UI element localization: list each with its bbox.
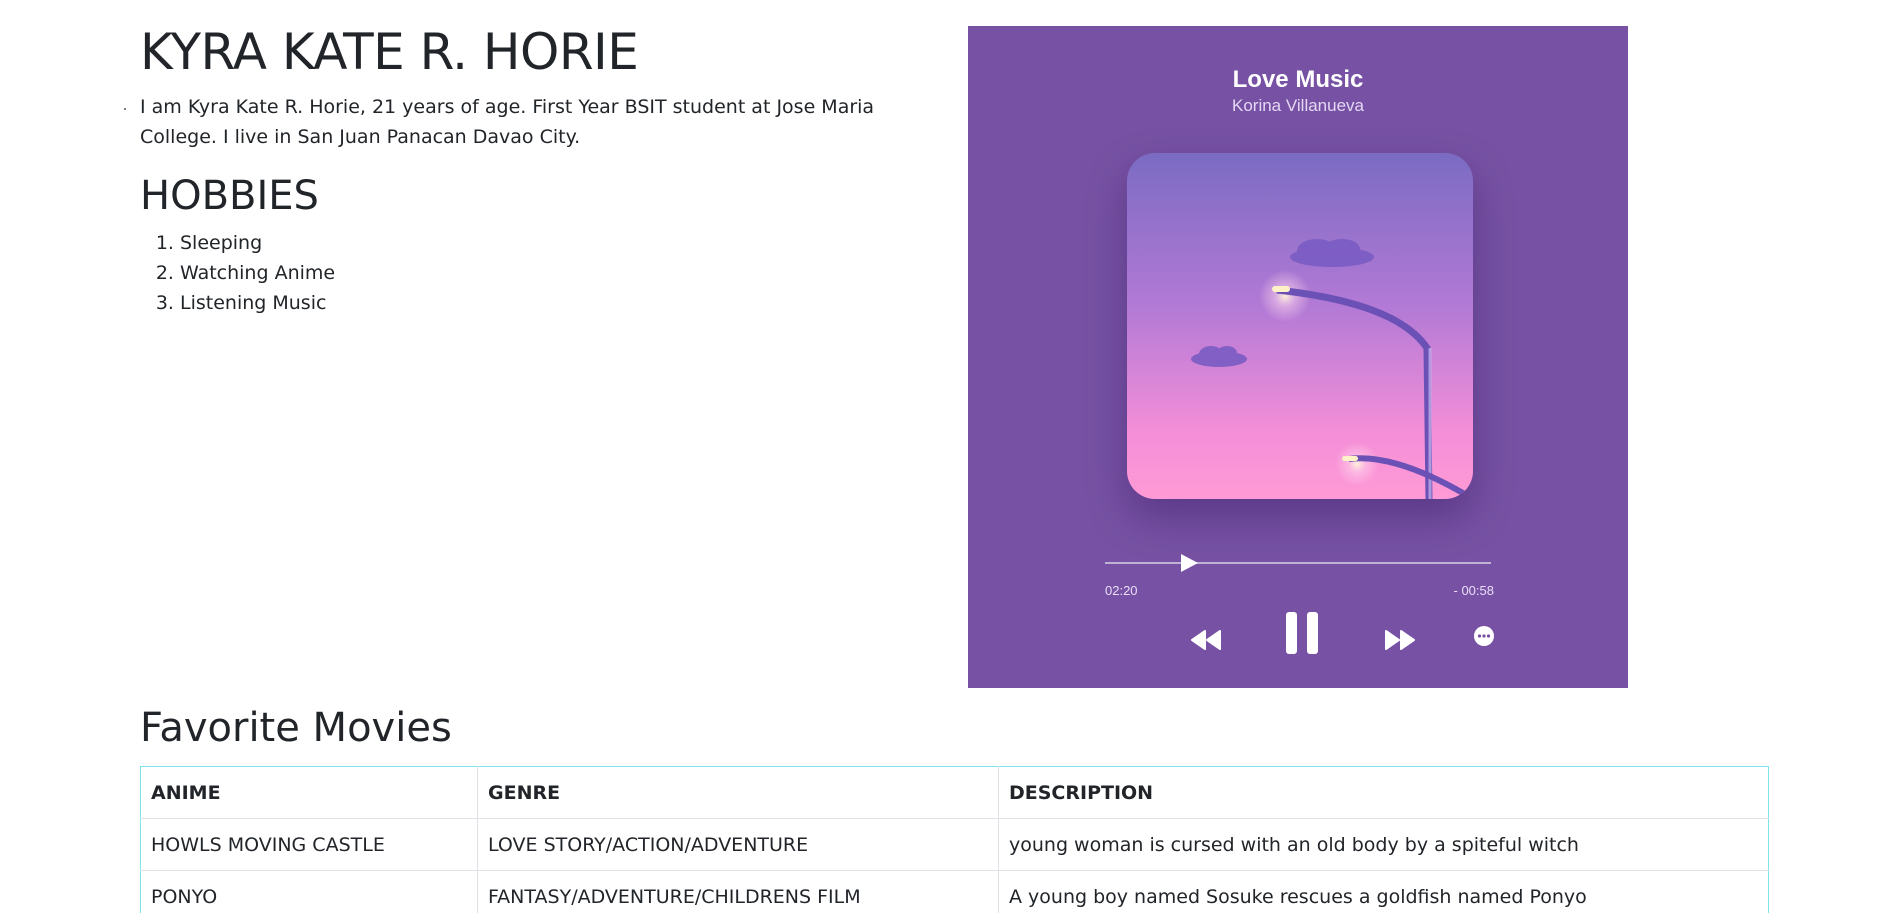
movies-heading: Favorite Movies [140, 705, 452, 751]
hobby-item: Sleeping [180, 228, 960, 258]
movies-table: ANIME GENRE DESCRIPTION HOWLS MOVING CAS… [140, 766, 1769, 913]
column-header: GENRE [477, 766, 999, 819]
page: KYRA KATE R. HORIE I am Kyra Kate R. Hor… [0, 0, 1879, 913]
play-head-icon [1178, 552, 1200, 574]
table-cell: LOVE STORY/ACTION/ADVENTURE [477, 818, 999, 871]
fast-forward-icon [1384, 629, 1416, 651]
table-cell: PONYO [140, 870, 478, 913]
album-art [1127, 153, 1473, 499]
hobby-item: Listening Music [180, 288, 960, 318]
table-cell: HOWLS MOVING CASTLE [140, 818, 478, 871]
table-cell: A young boy named Sosuke rescues a goldf… [998, 870, 1769, 913]
music-player-image: Love Music Korina Villanueva 02:20 - 00:… [968, 26, 1628, 688]
bio-paragraph: I am Kyra Kate R. Horie, 21 years of age… [140, 96, 875, 148]
hobbies-list: Sleeping Watching Anime Listening Music [140, 228, 960, 318]
table-row: HOWLS MOVING CASTLE LOVE STORY/ACTION/AD… [140, 818, 1769, 871]
hobbies-heading: HOBBIES [140, 173, 319, 219]
intro-section: KYRA KATE R. HORIE I am Kyra Kate R. Hor… [140, 22, 960, 318]
table-row: PONYO FANTASY/ADVENTURE/CHILDRENS FILM A… [140, 870, 1769, 913]
remaining-time: - 00:58 [1453, 583, 1494, 598]
more-icon [1473, 625, 1495, 647]
list-bullet-dot [124, 108, 126, 110]
column-header: ANIME [140, 766, 478, 819]
pause-icon [1284, 610, 1320, 656]
column-header: DESCRIPTION [998, 766, 1769, 819]
song-artist: Korina Villanueva [1232, 96, 1364, 115]
song-title: Love Music [1232, 66, 1364, 93]
progress-track [1105, 562, 1491, 564]
table-cell: FANTASY/ADVENTURE/CHILDRENS FILM [477, 870, 999, 913]
hobby-item: Watching Anime [180, 258, 960, 288]
table-cell: young woman is cursed with an old body b… [998, 818, 1769, 871]
page-title: KYRA KATE R. HORIE [140, 23, 639, 81]
table-header-row: ANIME GENRE DESCRIPTION [140, 766, 1769, 819]
rewind-icon [1190, 629, 1222, 651]
elapsed-time: 02:20 [1105, 583, 1138, 598]
